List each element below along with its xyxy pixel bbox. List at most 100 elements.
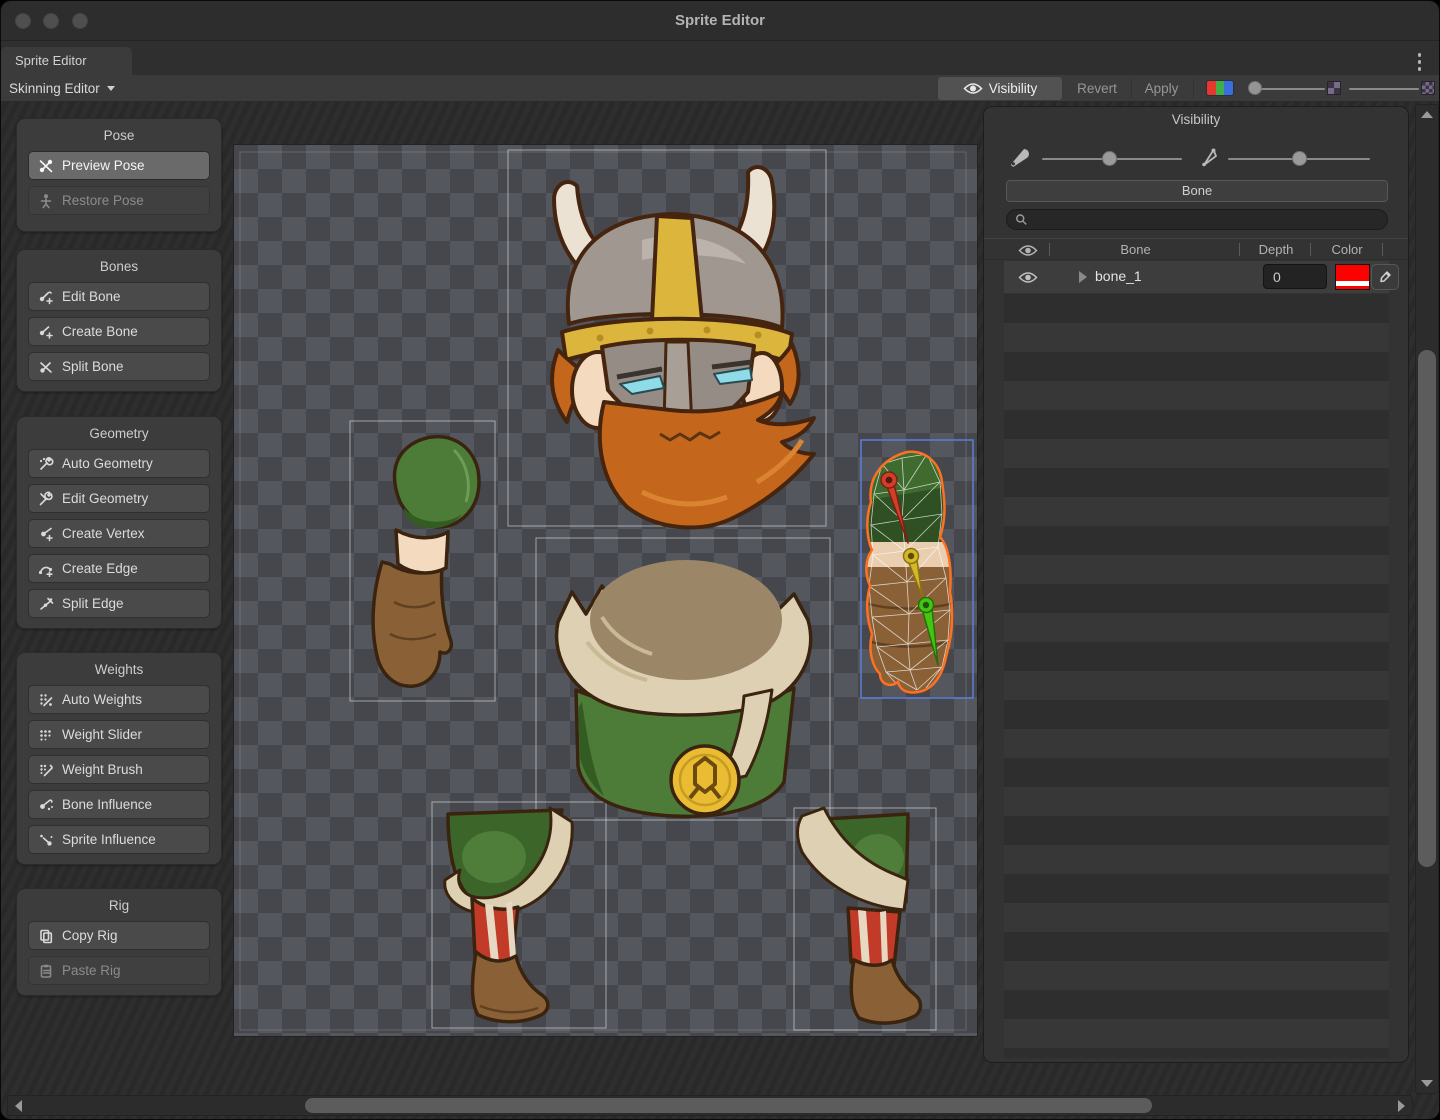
row-visibility-eye-icon[interactable] xyxy=(1018,271,1038,284)
auto-geometry-icon xyxy=(38,456,54,472)
paste-rig-button[interactable]: Paste Rig xyxy=(28,956,210,985)
bone-list-rows xyxy=(1004,294,1389,1058)
eyedropper-icon xyxy=(1378,270,1392,284)
bone-tab-button[interactable]: Bone xyxy=(1006,180,1388,202)
sprite-influence-button[interactable]: Sprite Influence xyxy=(28,825,210,854)
sprite-sheet xyxy=(234,145,979,1038)
screen: Sprite Editor Sprite Editor Skinning Edi… xyxy=(0,0,1440,1120)
bone-influence-button[interactable]: Bone Influence xyxy=(28,790,210,819)
weight-brush-icon xyxy=(38,762,54,778)
scroll-right-icon[interactable] xyxy=(1398,1100,1405,1112)
search-icon xyxy=(1015,213,1028,226)
restore-pose-icon xyxy=(38,193,54,209)
search-field[interactable] xyxy=(1006,209,1388,230)
restore-pose-button[interactable]: Restore Pose xyxy=(28,186,210,215)
vertical-scrollbar-thumb[interactable] xyxy=(1418,350,1436,867)
visibility-toggle-button[interactable]: Visibility xyxy=(938,77,1062,100)
preview-pose-icon xyxy=(38,158,54,174)
preview-pose-button[interactable]: Preview Pose xyxy=(28,151,210,180)
title-bar: Sprite Editor xyxy=(1,1,1439,41)
horizontal-scrollbar[interactable] xyxy=(7,1095,1413,1116)
selected-arm-sprite[interactable] xyxy=(857,447,977,697)
bone-influence-icon xyxy=(38,797,54,813)
create-bone-button[interactable]: Create Bone xyxy=(28,317,210,346)
bone-opacity-icon xyxy=(1007,146,1031,170)
mitten-arm-sprite[interactable] xyxy=(373,437,479,686)
bone-row[interactable]: bone_1 xyxy=(1004,261,1389,293)
torso-sprite[interactable] xyxy=(557,560,811,816)
edit-bone-button[interactable]: Edit Bone xyxy=(28,282,210,311)
column-depth: Depth xyxy=(1242,242,1310,257)
section-title: Bones xyxy=(28,259,210,274)
weight-slider-button[interactable]: Weight Slider xyxy=(28,720,210,749)
create-vertex-button[interactable]: Create Vertex xyxy=(28,519,210,548)
auto-weights-button[interactable]: Auto Weights xyxy=(28,685,210,714)
alpha-large-icon xyxy=(1421,81,1435,95)
alpha-slider[interactable] xyxy=(1255,88,1325,90)
visibility-panel-title: Visibility xyxy=(984,112,1408,127)
zoom-slider[interactable] xyxy=(1349,88,1419,90)
mesh-opacity-icon xyxy=(1198,147,1220,169)
create-bone-icon xyxy=(38,324,54,340)
edit-bone-icon xyxy=(38,289,54,305)
bone-name: bone_1 xyxy=(1095,268,1142,284)
geometry-section: Geometry Auto Geometry Edit Geometry Cre… xyxy=(16,416,222,629)
search-input[interactable] xyxy=(1028,212,1379,228)
revert-button[interactable]: Revert xyxy=(1067,77,1127,100)
color-channels-button[interactable] xyxy=(1206,80,1234,96)
editor-mode-dropdown[interactable]: Skinning Editor xyxy=(9,75,115,102)
visibility-column-eye-icon[interactable] xyxy=(1018,244,1038,257)
column-bone: Bone xyxy=(1052,242,1219,257)
left-leg-sprite[interactable] xyxy=(445,808,573,1022)
paste-rig-icon xyxy=(38,963,54,979)
section-title: Geometry xyxy=(28,426,210,441)
pose-section: Pose Preview Pose Restore Pose xyxy=(16,118,222,232)
disclosure-triangle-icon[interactable] xyxy=(1079,271,1087,283)
apply-button[interactable]: Apply xyxy=(1134,77,1189,100)
copy-rig-icon xyxy=(38,928,54,944)
scroll-left-icon[interactable] xyxy=(15,1100,22,1112)
depth-input[interactable] xyxy=(1263,264,1327,289)
create-edge-icon xyxy=(38,561,54,577)
sprite-influence-icon xyxy=(38,832,54,848)
tab-strip: Sprite Editor xyxy=(1,41,1439,75)
bone-color-swatch[interactable] xyxy=(1335,264,1370,290)
window-title: Sprite Editor xyxy=(1,1,1439,41)
create-edge-button[interactable]: Create Edge xyxy=(28,554,210,583)
split-bone-button[interactable]: Split Bone xyxy=(28,352,210,381)
bone-opacity-slider-thumb[interactable] xyxy=(1102,151,1117,166)
eye-icon xyxy=(963,82,983,95)
chevron-down-icon xyxy=(107,86,115,91)
column-color: Color xyxy=(1313,242,1381,257)
vertical-scrollbar[interactable] xyxy=(1415,104,1439,1094)
sprite-canvas[interactable] xyxy=(233,144,978,1037)
weights-section: Weights Auto Weights Weight Slider Weigh… xyxy=(16,652,222,865)
horizontal-scrollbar-thumb[interactable] xyxy=(305,1098,1152,1113)
edit-geometry-icon xyxy=(38,491,54,507)
scroll-down-icon[interactable] xyxy=(1421,1080,1433,1087)
bones-section: Bones Edit Bone Create Bone Split Bone xyxy=(16,249,222,392)
tab-sprite-editor[interactable]: Sprite Editor xyxy=(1,47,132,75)
kebab-menu-icon[interactable] xyxy=(1418,53,1422,71)
section-title: Weights xyxy=(28,662,210,677)
eyedropper-button[interactable] xyxy=(1371,264,1399,290)
auto-geometry-button[interactable]: Auto Geometry xyxy=(28,449,210,478)
scroll-up-icon[interactable] xyxy=(1421,111,1433,118)
split-edge-icon xyxy=(38,596,54,612)
weight-brush-button[interactable]: Weight Brush xyxy=(28,755,210,784)
sprite-editor-window: Sprite Editor Sprite Editor Skinning Edi… xyxy=(0,0,1440,1120)
copy-rig-button[interactable]: Copy Rig xyxy=(28,921,210,950)
split-edge-button[interactable]: Split Edge xyxy=(28,589,210,618)
table-header: Bone Depth Color xyxy=(984,238,1408,260)
alpha-slider-thumb[interactable] xyxy=(1248,81,1262,95)
alpha-small-icon xyxy=(1327,81,1341,95)
create-vertex-icon xyxy=(38,526,54,542)
rig-section: Rig Copy Rig Paste Rig xyxy=(16,888,222,996)
right-leg-sprite[interactable] xyxy=(798,808,921,1023)
weight-slider-icon xyxy=(38,727,54,743)
head-sprite[interactable] xyxy=(552,167,814,527)
mesh-opacity-slider-thumb[interactable] xyxy=(1292,151,1307,166)
edit-geometry-button[interactable]: Edit Geometry xyxy=(28,484,210,513)
split-bone-icon xyxy=(38,359,54,375)
auto-weights-icon xyxy=(38,692,54,708)
